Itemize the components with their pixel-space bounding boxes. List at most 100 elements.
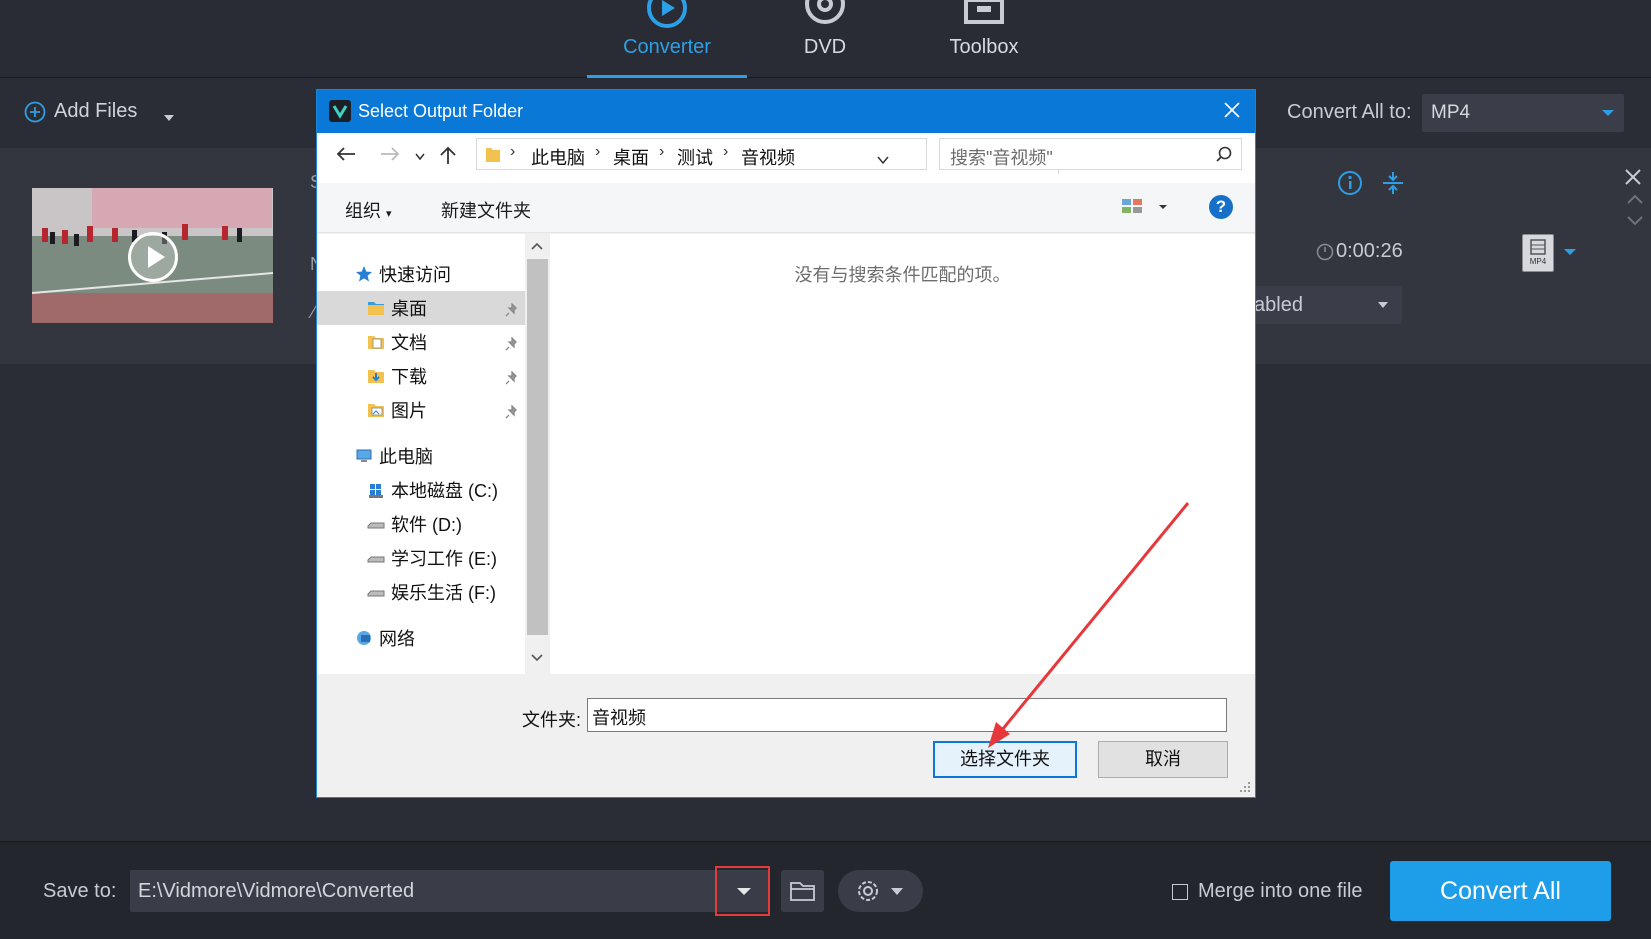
nav-quick-access-label: 快速访问 — [379, 265, 451, 285]
clock-icon — [1316, 243, 1334, 260]
top-nav: Converter DVD Toolbox — [0, 0, 1651, 78]
nav-drive-e[interactable]: 学习工作 (E:) — [367, 541, 497, 575]
chevron-down-icon — [737, 888, 751, 895]
subtitle-select[interactable]: abled — [1236, 286, 1402, 324]
breadcrumb-desktop[interactable]: 桌面 — [613, 144, 649, 170]
nav-this-pc[interactable]: 此电脑 — [355, 439, 433, 473]
output-format-value: MP4 — [1431, 102, 1471, 123]
computer-icon — [356, 449, 372, 462]
scrollbar-thumb[interactable] — [527, 259, 548, 635]
add-files-button[interactable]: Add Files — [24, 100, 137, 123]
tab-dvd[interactable]: DVD — [745, 0, 905, 78]
folder-name-input[interactable]: 音视频 — [587, 698, 1227, 732]
command-bar: 组织 ▾ 新建文件夹 ? — [317, 183, 1255, 233]
forward-arrow-icon[interactable] — [379, 145, 401, 168]
search-icon[interactable] — [1215, 145, 1233, 168]
nav-network-label: 网络 — [379, 629, 415, 649]
select-output-folder-dialog: Select Output Folder › 此电脑 › 桌面 › 测试 › 音… — [316, 89, 1256, 798]
help-icon[interactable]: ? — [1209, 195, 1233, 219]
scroll-down-icon[interactable] — [531, 654, 543, 662]
nav-drive-f[interactable]: 娱乐生活 (F:) — [367, 575, 496, 609]
back-arrow-icon[interactable] — [335, 145, 357, 168]
drive-icon — [367, 590, 385, 597]
view-options-icon[interactable] — [1121, 197, 1143, 220]
address-history-icon[interactable] — [876, 149, 890, 170]
view-dropdown-icon[interactable] — [1159, 205, 1167, 209]
pin-icon[interactable] — [505, 369, 519, 390]
breadcrumb-separator: › — [659, 143, 665, 160]
nav-drive-f-label: 娱乐生活 (F:) — [391, 583, 496, 603]
download-folder-icon — [368, 370, 384, 383]
select-folder-button[interactable]: 选择文件夹 — [933, 741, 1077, 778]
disc-icon — [803, 0, 847, 33]
search-input[interactable]: 搜索"音视频" — [939, 138, 1242, 170]
save-to-label: Save to: — [43, 880, 117, 902]
merge-label: Merge into one file — [1198, 880, 1363, 902]
breadcrumb-separator: › — [723, 143, 729, 160]
chevron-down-icon — [1602, 110, 1614, 116]
reorder-arrows-icon[interactable] — [1626, 193, 1644, 232]
cancel-button[interactable]: 取消 — [1098, 741, 1228, 778]
close-icon[interactable] — [1221, 99, 1243, 126]
plus-circle-icon — [24, 101, 46, 122]
recent-dropdown-icon[interactable] — [414, 149, 426, 167]
checkbox-box[interactable] — [1172, 883, 1188, 900]
info-icon[interactable] — [1337, 170, 1363, 201]
file-list-pane[interactable]: 没有与搜索条件匹配的项。 — [550, 234, 1255, 674]
tab-toolbox[interactable]: Toolbox — [904, 0, 1064, 78]
remove-file-icon[interactable] — [1624, 168, 1642, 191]
folder-icon — [485, 145, 501, 168]
nav-desktop[interactable]: 桌面 — [317, 291, 525, 325]
new-folder-button[interactable]: 新建文件夹 — [441, 197, 531, 223]
tab-toolbox-label: Toolbox — [949, 36, 1019, 58]
add-files-label: Add Files — [54, 100, 138, 122]
folder-icon — [790, 882, 815, 901]
breadcrumb-av[interactable]: 音视频 — [741, 144, 795, 170]
save-path-field[interactable]: E:\Vidmore\Vidmore\Converted — [130, 870, 770, 912]
nav-downloads[interactable]: 下载 — [367, 359, 427, 393]
format-badge-label: MP4 — [1529, 257, 1547, 266]
nav-documents[interactable]: 文档 — [367, 325, 427, 359]
compress-icon[interactable] — [1380, 170, 1406, 201]
merge-checkbox[interactable]: Merge into one file — [1172, 880, 1363, 903]
tab-converter-label: Converter — [623, 36, 711, 58]
folder-label: 文件夹: — [522, 710, 582, 730]
nav-drive-c[interactable]: 本地磁盘 (C:) — [367, 473, 498, 507]
drive-icon — [367, 556, 385, 563]
tab-dvd-label: DVD — [803, 36, 847, 58]
nav-drive-d[interactable]: 软件 (D:) — [367, 507, 462, 541]
settings-button[interactable] — [838, 870, 923, 912]
gear-icon — [858, 881, 903, 901]
breadcrumb-this-pc[interactable]: 此电脑 — [531, 144, 585, 170]
folder-icon — [368, 302, 384, 315]
pictures-folder-icon — [368, 404, 384, 417]
resize-grip-icon[interactable] — [1239, 781, 1251, 793]
pin-icon[interactable] — [505, 301, 519, 322]
play-button[interactable] — [128, 232, 178, 282]
convert-all-button[interactable]: Convert All — [1390, 861, 1611, 921]
nav-this-pc-label: 此电脑 — [379, 447, 433, 467]
nav-quick-access[interactable]: 快速访问 — [355, 257, 451, 291]
nav-network[interactable]: 网络 — [355, 621, 415, 655]
breadcrumb-test[interactable]: 测试 — [677, 144, 713, 170]
scroll-up-icon[interactable] — [531, 242, 543, 250]
organize-menu[interactable]: 组织 ▾ — [345, 197, 392, 223]
pin-icon[interactable] — [505, 335, 519, 356]
tab-converter[interactable]: Converter — [587, 0, 747, 78]
nav-pictures[interactable]: 图片 — [367, 393, 427, 427]
row-fragment-3: ⁄ — [312, 302, 316, 322]
nav-scrollbar[interactable] — [525, 234, 550, 674]
pin-icon[interactable] — [505, 403, 519, 424]
up-arrow-icon[interactable] — [438, 145, 458, 170]
drive-icon — [367, 522, 385, 529]
dialog-titlebar: Select Output Folder — [317, 90, 1255, 133]
empty-message: 没有与搜索条件匹配的项。 — [794, 265, 1011, 285]
format-badge[interactable]: MP4 — [1522, 234, 1554, 272]
save-path-dropdown[interactable] — [715, 866, 770, 916]
address-bar[interactable]: › 此电脑 › 桌面 › 测试 › 音视频 — [476, 138, 1080, 174]
nav-drive-d-label: 软件 (D:) — [391, 515, 462, 535]
output-format-select[interactable]: MP4 — [1422, 94, 1624, 132]
add-files-dropdown-icon[interactable] — [163, 109, 175, 127]
format-dropdown-icon[interactable] — [1564, 249, 1576, 255]
open-folder-button[interactable] — [781, 870, 824, 912]
